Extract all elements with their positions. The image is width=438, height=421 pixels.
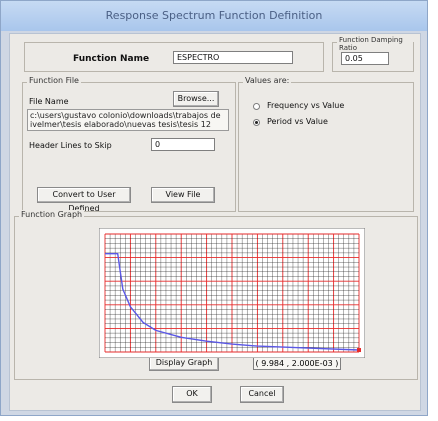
function-file-group-label: Function File [27, 76, 81, 85]
header-lines-label: Header Lines to Skip [29, 141, 112, 150]
window-title: Response Spectrum Function Definition [105, 9, 323, 22]
damping-label: Function Damping Ratio [337, 36, 413, 52]
cursor-readout: ( 9.984 , 2.000E-03 ) [253, 357, 341, 370]
cursor-end-marker [357, 348, 361, 353]
file-name-label: File Name [29, 97, 69, 106]
function-graph-label: Function Graph [19, 210, 85, 219]
damping-input[interactable]: 0.05 [341, 52, 389, 65]
frequency-radio[interactable] [253, 103, 260, 110]
convert-to-user-defined-button[interactable]: Convert to User Defined [37, 187, 131, 213]
values-are-group: Values are: Frequency vs Value Period vs… [238, 76, 414, 212]
frequency-label: Frequency vs Value [267, 101, 345, 110]
file-path-line-1: c:\users\gustavo colonio\downloads\traba… [30, 111, 221, 120]
header-lines-input[interactable]: 0 [151, 138, 215, 151]
file-path-line-2: ivelmer\tesis elaborado\nuevas tesis\tes… [30, 120, 211, 129]
title-bar[interactable]: Response Spectrum Function Definition [1, 1, 427, 31]
function-name-label: Function Name [73, 54, 150, 64]
file-path-box: c:\users\gustavo colonio\downloads\traba… [27, 109, 229, 131]
function-name-input[interactable]: ESPECTRO [173, 51, 293, 64]
function-name-group: Function Name ESPECTRO [24, 42, 324, 72]
cancel-button[interactable]: Cancel [240, 386, 284, 403]
function-graph-plot [99, 228, 365, 358]
function-file-group: Function File File Name Browse... c:\use… [22, 76, 236, 213]
damping-group: Function Damping Ratio 0.05 [332, 36, 414, 72]
values-are-label: Values are: [243, 76, 292, 85]
browse-button[interactable]: Browse... [173, 91, 219, 107]
period-radio[interactable] [253, 119, 260, 126]
ok-button[interactable]: OK [172, 386, 212, 403]
period-label: Period vs Value [267, 117, 328, 126]
view-file-button[interactable]: View File [151, 187, 215, 203]
